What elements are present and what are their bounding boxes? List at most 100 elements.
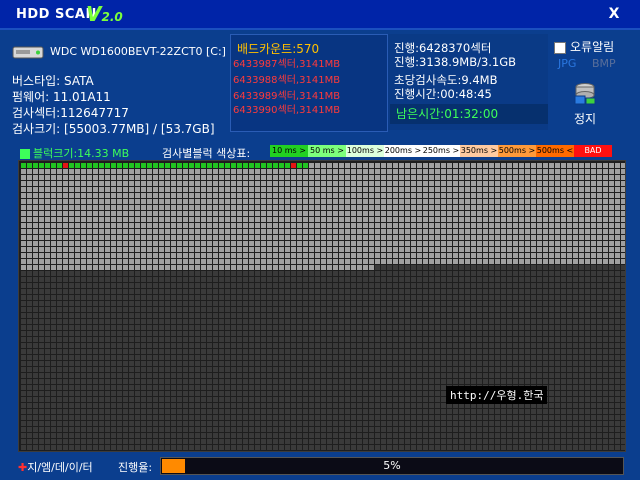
block-cell: [507, 199, 512, 204]
block-cell: [615, 187, 620, 192]
block-cell: [213, 331, 218, 336]
block-cell: [441, 301, 446, 306]
block-cell: [99, 175, 104, 180]
block-cell: [543, 439, 548, 444]
block-cell: [339, 361, 344, 366]
block-cell: [453, 199, 458, 204]
block-cell: [129, 175, 134, 180]
stop-button[interactable]: 정지: [574, 110, 596, 127]
block-cell: [567, 415, 572, 420]
block-cell: [471, 271, 476, 276]
block-cell: [513, 421, 518, 426]
block-cell: [609, 169, 614, 174]
block-cell: [411, 379, 416, 384]
block-cell: [519, 361, 524, 366]
block-cell: [135, 175, 140, 180]
block-cell: [219, 181, 224, 186]
block-cell: [543, 373, 548, 378]
block-cell: [123, 319, 128, 324]
block-cell: [123, 223, 128, 228]
block-cell: [159, 217, 164, 222]
block-cell: [351, 283, 356, 288]
block-cell: [129, 415, 134, 420]
remaining-time: 남은시간:01:32:00: [390, 104, 548, 124]
block-cell: [273, 355, 278, 360]
block-cell: [249, 439, 254, 444]
block-cell: [321, 439, 326, 444]
block-cell: [45, 349, 50, 354]
block-cell: [429, 397, 434, 402]
block-cell: [615, 397, 620, 402]
block-cell: [489, 337, 494, 342]
block-cell: [255, 253, 260, 258]
block-cell: [27, 169, 32, 174]
error-alert-option[interactable]: 오류알림: [554, 38, 614, 55]
block-cell: [129, 265, 134, 270]
block-cell: [57, 307, 62, 312]
block-cell: [441, 421, 446, 426]
block-cell: [465, 193, 470, 198]
block-cell: [435, 205, 440, 210]
block-cell: [465, 319, 470, 324]
block-cell: [27, 337, 32, 342]
block-cell: [537, 349, 542, 354]
block-cell: [501, 343, 506, 348]
block-cell: [591, 259, 596, 264]
close-button[interactable]: X: [604, 5, 624, 23]
block-cell: [375, 391, 380, 396]
block-cell: [453, 295, 458, 300]
block-cell: [69, 373, 74, 378]
error-alert-checkbox[interactable]: [554, 41, 566, 54]
block-cell: [129, 187, 134, 192]
block-cell: [597, 415, 602, 420]
block-cell: [357, 217, 362, 222]
block-cell: [333, 421, 338, 426]
block-cell: [381, 217, 386, 222]
block-cell: [165, 379, 170, 384]
block-cell: [93, 409, 98, 414]
block-cell: [273, 391, 278, 396]
block-cell: [207, 367, 212, 372]
block-cell: [207, 301, 212, 306]
block-cell: [249, 361, 254, 366]
block-cell: [147, 319, 152, 324]
block-cell: [495, 427, 500, 432]
block-cell: [147, 259, 152, 264]
block-cell: [501, 421, 506, 426]
block-cell: [117, 379, 122, 384]
block-cell: [447, 241, 452, 246]
block-cell: [39, 349, 44, 354]
stop-icon[interactable]: [572, 82, 598, 106]
block-cell: [279, 289, 284, 294]
block-cell: [357, 325, 362, 330]
block-cell: [33, 247, 38, 252]
block-cell: [285, 427, 290, 432]
block-cell: [579, 211, 584, 216]
block-cell: [39, 277, 44, 282]
block-cell: [573, 355, 578, 360]
block-cell: [303, 385, 308, 390]
block-cell: [489, 223, 494, 228]
block-cell: [27, 343, 32, 348]
bmp-option[interactable]: BMP: [592, 57, 616, 70]
block-cell: [357, 439, 362, 444]
block-cell: [339, 217, 344, 222]
block-cell: [201, 247, 206, 252]
block-cell: [435, 289, 440, 294]
block-cell: [591, 271, 596, 276]
block-cell: [375, 283, 380, 288]
block-cell: [513, 301, 518, 306]
block-cell: [357, 223, 362, 228]
block-cell: [231, 259, 236, 264]
bad-sector-list[interactable]: 배드카운트:570 6433987섹터,3141MB 6433988섹터,314…: [230, 34, 388, 132]
block-cell: [243, 265, 248, 270]
block-cell: [255, 271, 260, 276]
jpg-option[interactable]: JPG: [558, 57, 576, 70]
block-cell: [393, 427, 398, 432]
block-cell: [567, 163, 572, 168]
block-cell: [129, 301, 134, 306]
block-cell: [237, 259, 242, 264]
block-cell: [273, 397, 278, 402]
block-cell: [243, 361, 248, 366]
block-cell: [405, 229, 410, 234]
